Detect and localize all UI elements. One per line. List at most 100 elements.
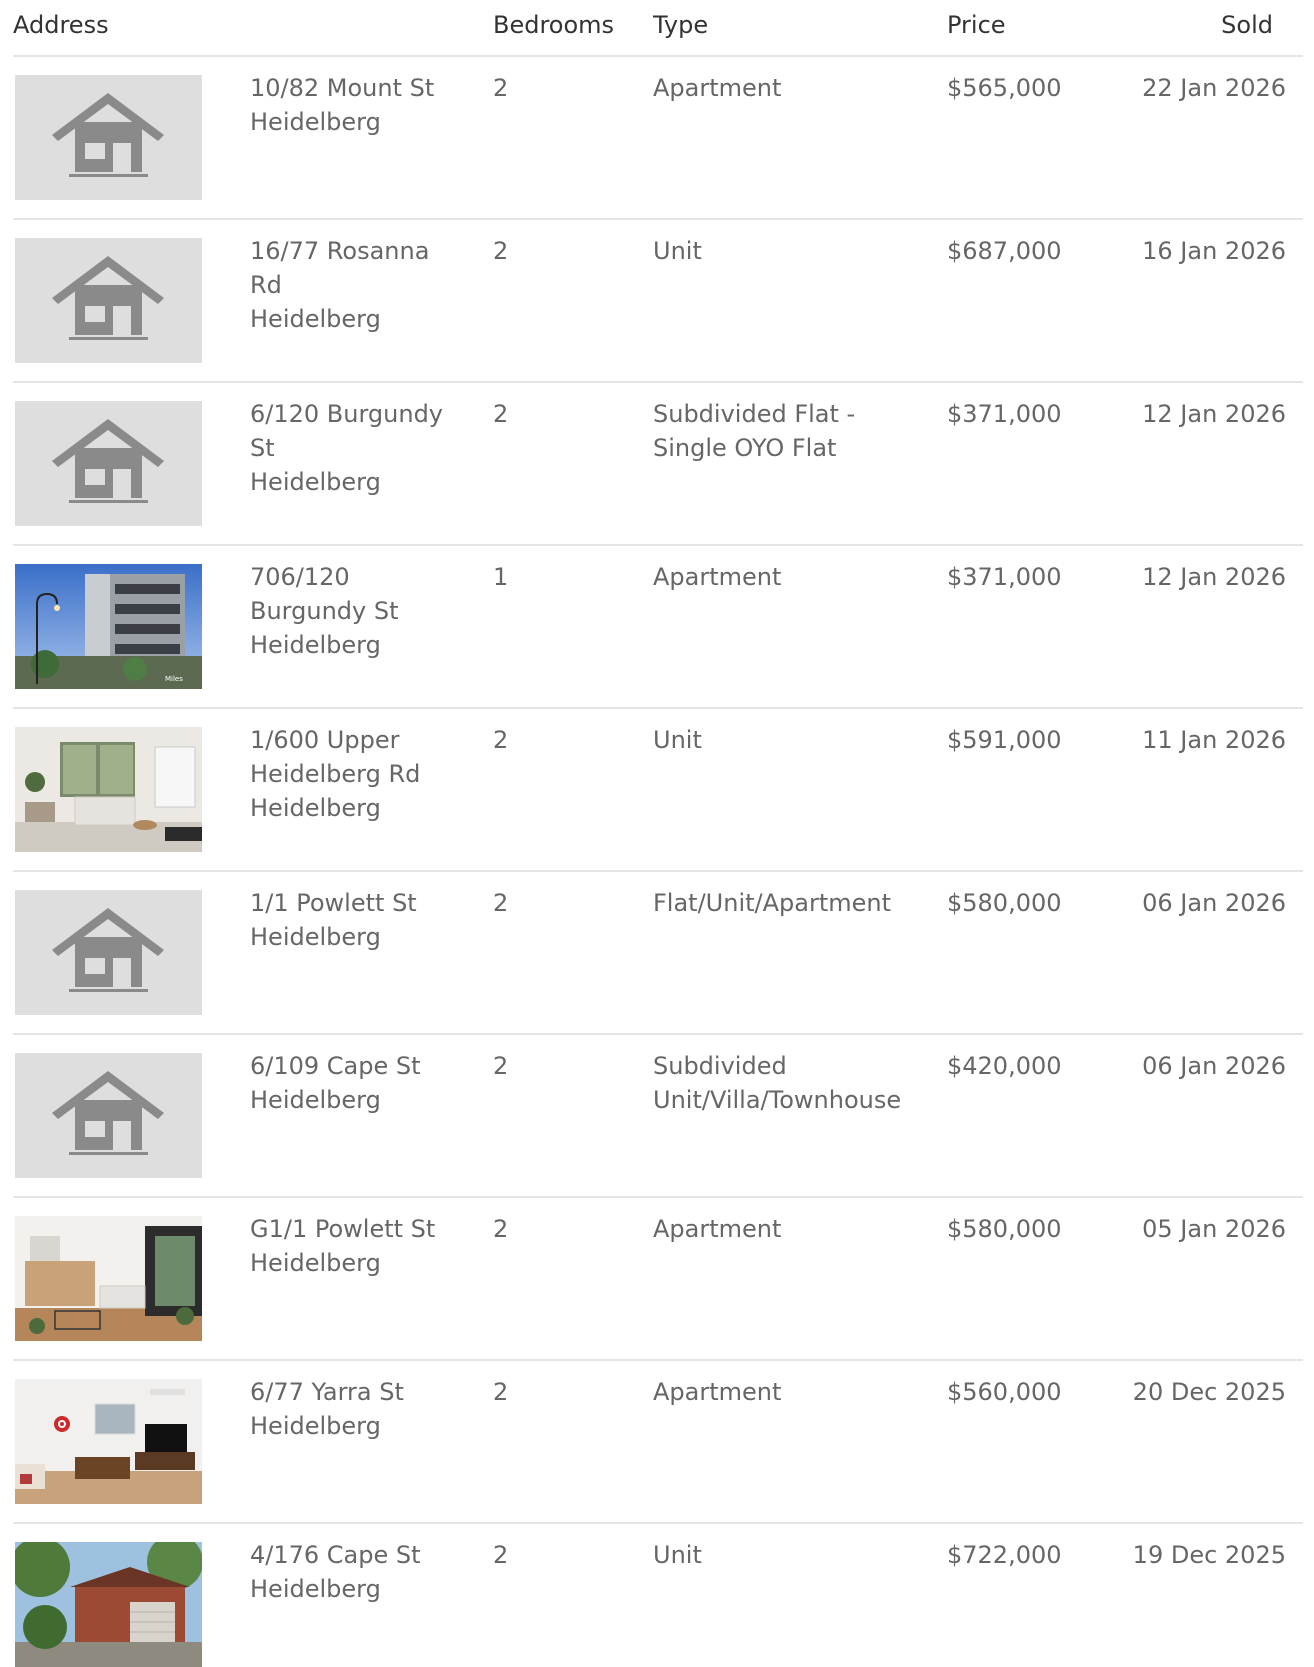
price-cell: $371,000 <box>947 563 1062 591</box>
street-address[interactable]: G1/1 Powlett St <box>250 1212 465 1246</box>
street-address[interactable]: 706/120 Burgundy St <box>250 560 465 628</box>
header-address[interactable]: Address <box>13 11 109 39</box>
header-bedrooms[interactable]: Bedrooms <box>493 11 614 39</box>
listing-thumbnail[interactable] <box>15 1379 202 1504</box>
suburb-name: Heidelberg <box>250 1412 381 1440</box>
price-cell: $687,000 <box>947 237 1062 265</box>
price-cell: $580,000 <box>947 889 1062 917</box>
sold-date-cell: 05 Jan 2026 <box>1142 1215 1286 1243</box>
listing-thumbnail[interactable] <box>15 727 202 852</box>
street-address[interactable]: 1/1 Powlett St <box>250 886 465 920</box>
table-row[interactable]: 6/77 Yarra St Heidelberg 2 Apartment $560,00… <box>13 1361 1303 1524</box>
price-cell: $565,000 <box>947 74 1062 102</box>
house-placeholder-icon <box>15 401 202 526</box>
header-sold[interactable]: Sold <box>1221 11 1273 39</box>
address-cell[interactable]: G1/1 Powlett St Heidelberg <box>250 1212 465 1280</box>
bedrooms-cell: 2 <box>493 400 509 428</box>
bedrooms-cell: 2 <box>493 726 509 754</box>
type-cell: Unit <box>653 237 702 265</box>
bedrooms-cell: 2 <box>493 74 509 102</box>
brick-unit-exterior-photo <box>15 1542 202 1667</box>
type-cell: Unit <box>653 726 702 754</box>
type-cell: Apartment <box>653 74 782 102</box>
type-cell: Flat/Unit/Apartment <box>653 889 892 917</box>
listing-thumbnail[interactable] <box>15 75 202 200</box>
address-cell[interactable]: 4/176 Cape St Heidelberg <box>250 1538 465 1606</box>
listing-thumbnail[interactable] <box>15 1542 202 1667</box>
living-room-photo <box>15 727 202 852</box>
address-cell[interactable]: 16/77 Rosanna Rd Heidelberg <box>250 234 465 336</box>
address-cell[interactable]: 706/120 Burgundy St Heidelberg <box>250 560 465 662</box>
listing-thumbnail[interactable] <box>15 238 202 363</box>
address-cell[interactable]: 1/1 Powlett St Heidelberg <box>250 886 465 954</box>
house-placeholder-icon <box>15 238 202 363</box>
suburb-name: Heidelberg <box>250 1575 381 1603</box>
suburb-name: Heidelberg <box>250 1086 381 1114</box>
price-cell: $722,000 <box>947 1541 1062 1569</box>
suburb-name: Heidelberg <box>250 1249 381 1277</box>
sold-date-cell: 11 Jan 2026 <box>1142 726 1286 754</box>
sold-listings-table: Address Bedrooms Type Price Sold 10/82 M… <box>13 0 1303 1667</box>
street-address[interactable]: 1/600 Upper Heidelberg Rd <box>250 723 465 791</box>
sold-date-cell: 20 Dec 2025 <box>1132 1378 1286 1406</box>
type-cell: Unit <box>653 1541 702 1569</box>
listing-thumbnail[interactable] <box>15 1053 202 1178</box>
street-address[interactable]: 6/109 Cape St <box>250 1049 465 1083</box>
price-cell: $371,000 <box>947 400 1062 428</box>
price-cell: $560,000 <box>947 1378 1062 1406</box>
header-price[interactable]: Price <box>947 11 1006 39</box>
table-row[interactable]: 1/1 Powlett St Heidelberg 2 Flat/Unit/Apart… <box>13 872 1303 1035</box>
street-address[interactable]: 6/120 Burgundy St <box>250 397 465 465</box>
street-address[interactable]: 4/176 Cape St <box>250 1538 465 1572</box>
address-cell[interactable]: 6/77 Yarra St Heidelberg <box>250 1375 465 1443</box>
table-header: Address Bedrooms Type Price Sold <box>13 0 1303 57</box>
table-row[interactable]: 1/600 Upper Heidelberg Rd Heidelberg 2 Unit… <box>13 709 1303 872</box>
street-address[interactable]: 10/82 Mount St <box>250 71 465 105</box>
bedrooms-cell: 2 <box>493 1215 509 1243</box>
address-cell[interactable]: 1/600 Upper Heidelberg Rd Heidelberg <box>250 723 465 825</box>
street-address[interactable]: 6/77 Yarra St <box>250 1375 465 1409</box>
table-row[interactable]: 4/176 Cape St Heidelberg 2 Unit $722,000 19 D… <box>13 1524 1303 1667</box>
table-row[interactable]: G1/1 Powlett St Heidelberg 2 Apartment $580,… <box>13 1198 1303 1361</box>
address-cell[interactable]: 6/120 Burgundy St Heidelberg <box>250 397 465 499</box>
bedrooms-cell: 2 <box>493 237 509 265</box>
price-cell: $591,000 <box>947 726 1062 754</box>
type-cell: Apartment <box>653 1215 782 1243</box>
listing-thumbnail[interactable] <box>15 1216 202 1341</box>
house-placeholder-icon <box>15 75 202 200</box>
sold-date-cell: 06 Jan 2026 <box>1142 889 1286 917</box>
table-row[interactable]: 6/120 Burgundy St Heidelberg 2 Subdivided F… <box>13 383 1303 546</box>
table-row[interactable]: 10/82 Mount St Heidelberg 2 Apartment $565,0… <box>13 57 1303 220</box>
bedrooms-cell: 2 <box>493 1052 509 1080</box>
type-cell: Apartment <box>653 1378 782 1406</box>
suburb-name: Heidelberg <box>250 631 381 659</box>
building-exterior-photo: Miles <box>15 564 202 689</box>
table-body: 10/82 Mount St Heidelberg 2 Apartment $565,0… <box>13 57 1303 1667</box>
bedrooms-cell: 1 <box>493 563 509 591</box>
suburb-name: Heidelberg <box>250 305 381 333</box>
listing-thumbnail[interactable] <box>15 401 202 526</box>
listing-thumbnail[interactable]: Miles <box>15 564 202 689</box>
price-cell: $420,000 <box>947 1052 1062 1080</box>
house-placeholder-icon <box>15 1053 202 1178</box>
listing-thumbnail[interactable] <box>15 890 202 1015</box>
bedrooms-cell: 2 <box>493 889 509 917</box>
table-row[interactable]: Miles 706/120 Burgundy St Heidelberg 1 Apar… <box>13 546 1303 709</box>
type-cell: Subdivided Unit/Villa/Townhouse <box>653 1052 902 1114</box>
suburb-name: Heidelberg <box>250 108 381 136</box>
bedrooms-cell: 2 <box>493 1378 509 1406</box>
sold-date-cell: 06 Jan 2026 <box>1142 1052 1286 1080</box>
street-address[interactable]: 16/77 Rosanna Rd <box>250 234 465 302</box>
address-cell[interactable]: 10/82 Mount St Heidelberg <box>250 71 465 139</box>
sold-date-cell: 16 Jan 2026 <box>1142 237 1286 265</box>
type-cell: Subdivided Flat - Single OYO Flat <box>653 400 856 462</box>
address-cell[interactable]: 6/109 Cape St Heidelberg <box>250 1049 465 1117</box>
header-type[interactable]: Type <box>653 11 708 39</box>
table-row[interactable]: 16/77 Rosanna Rd Heidelberg 2 Unit $687,000 1… <box>13 220 1303 383</box>
sold-date-cell: 12 Jan 2026 <box>1142 400 1286 428</box>
suburb-name: Heidelberg <box>250 923 381 951</box>
photo-watermark: Miles <box>165 675 183 683</box>
type-cell: Apartment <box>653 563 782 591</box>
sold-date-cell: 22 Jan 2026 <box>1142 74 1286 102</box>
table-row[interactable]: 6/109 Cape St Heidelberg 2 Subdivided Unit/… <box>13 1035 1303 1198</box>
